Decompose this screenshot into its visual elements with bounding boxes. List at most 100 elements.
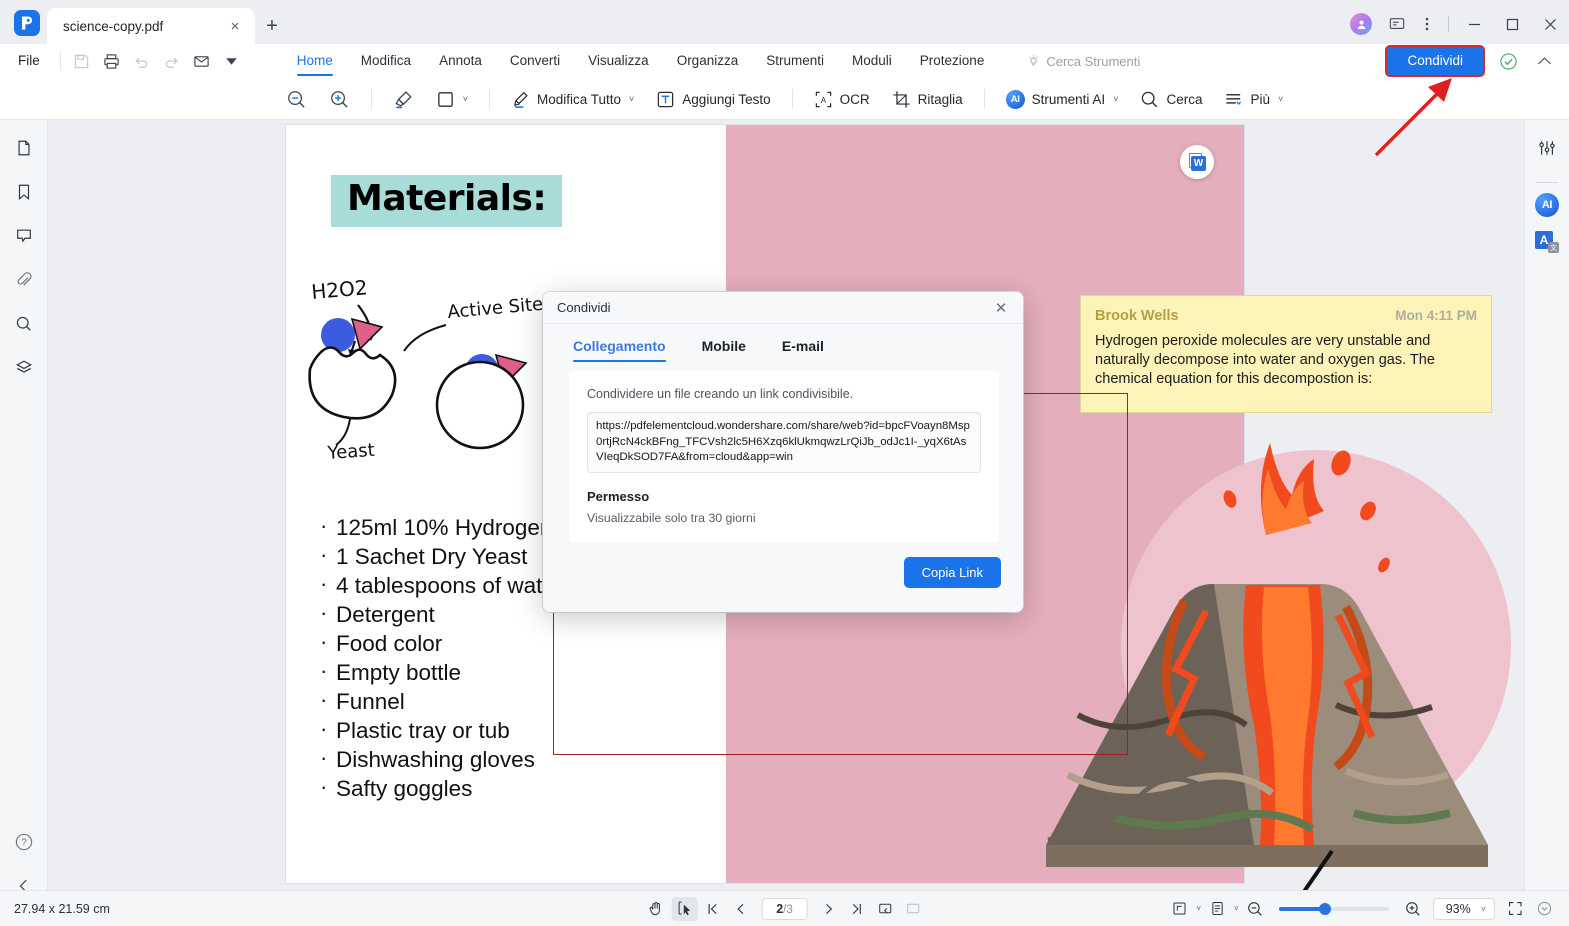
sticky-note-annotation[interactable]: Brook Wells Mon 4:11 PM Hydrogen peroxid…: [1080, 295, 1492, 413]
help-icon[interactable]: ?: [8, 826, 40, 858]
share-button[interactable]: Condividi: [1385, 44, 1485, 78]
chevron-down-icon[interactable]: ˅: [1234, 904, 1239, 913]
menu-item-home[interactable]: Home: [283, 44, 347, 78]
zoom-in-button[interactable]: [318, 84, 361, 115]
menu-item-strumenti[interactable]: Strumenti: [752, 44, 838, 78]
total-pages: 3: [786, 903, 793, 916]
email-icon[interactable]: [187, 48, 217, 74]
zoom-out-button[interactable]: [1242, 897, 1268, 921]
more-button[interactable]: Più ˅: [1213, 85, 1294, 114]
chevron-down-icon[interactable]: ˅: [463, 94, 468, 104]
next-page-button[interactable]: [816, 897, 842, 921]
app-logo-icon: [14, 10, 40, 36]
materials-heading: Materials:: [331, 175, 563, 227]
shape-button[interactable]: ˅: [425, 85, 479, 114]
menu-item-organizza[interactable]: Organizza: [663, 44, 753, 78]
tab-collegamento[interactable]: Collegamento: [573, 338, 666, 362]
note-header: Brook Wells Mon 4:11 PM: [1095, 308, 1477, 324]
dialog-title: Condividi: [557, 300, 611, 315]
file-menu-button[interactable]: File: [0, 44, 54, 78]
close-icon[interactable]: ×: [225, 16, 245, 36]
page-layout-icon[interactable]: [1204, 897, 1230, 921]
fullscreen-button[interactable]: [1502, 897, 1528, 921]
list-item: Empty bottle: [316, 656, 645, 687]
menu-item-converti[interactable]: Converti: [496, 44, 574, 78]
sync-status-icon[interactable]: [1495, 48, 1521, 74]
edit-all-button[interactable]: Modifica Tutto ˅: [500, 85, 645, 114]
chevron-down-icon[interactable]: ˅: [1481, 904, 1486, 914]
chevron-down-icon[interactable]: ˅: [1278, 94, 1283, 104]
ai-tools-button[interactable]: AI Strumenti AI ˅: [995, 85, 1130, 114]
translate-icon[interactable]: A 文: [1535, 231, 1559, 253]
zoom-out-button[interactable]: [275, 84, 318, 115]
maximize-button[interactable]: [1493, 9, 1531, 39]
menu-item-protezione[interactable]: Protezione: [906, 44, 999, 78]
zoom-slider[interactable]: [1278, 902, 1389, 915]
first-page-button[interactable]: [699, 897, 725, 921]
list-item: Plastic tray or tub: [316, 714, 645, 745]
add-page-button[interactable]: [900, 897, 926, 921]
more-options-icon[interactable]: [1412, 10, 1442, 38]
zoom-level-select[interactable]: 93% ˅: [1432, 897, 1495, 920]
fit-page-icon[interactable]: [1166, 897, 1192, 921]
list-item: Safty goggles: [316, 772, 645, 803]
tab-email[interactable]: E-mail: [782, 338, 824, 362]
document-tab[interactable]: science-copy.pdf ×: [47, 8, 255, 44]
zoom-slider-handle[interactable]: [1318, 902, 1331, 915]
previous-page-button[interactable]: [727, 897, 753, 921]
ocr-button[interactable]: A OCR: [803, 85, 881, 114]
convert-to-word-badge[interactable]: W: [1180, 145, 1214, 179]
quick-access-dropdown-icon[interactable]: [217, 48, 247, 74]
highlighter-button[interactable]: [382, 84, 425, 115]
more-view-options-icon[interactable]: [1531, 897, 1557, 921]
pages-icon[interactable]: [8, 132, 40, 164]
search-tools[interactable]: Cerca Strumenti: [1026, 54, 1140, 69]
comment-icon[interactable]: [8, 220, 40, 252]
redo-icon[interactable]: [157, 48, 187, 74]
close-window-button[interactable]: [1531, 9, 1569, 39]
chevron-down-icon[interactable]: ˅: [629, 94, 634, 104]
share-link-field[interactable]: https://pdfelementcloud.wondershare.com/…: [587, 412, 981, 473]
chevron-down-icon[interactable]: ˅: [1113, 94, 1118, 104]
add-text-button[interactable]: Aggiungi Testo: [645, 85, 781, 114]
select-tool-icon[interactable]: [671, 896, 698, 921]
edit-all-label: Modifica Tutto: [536, 91, 622, 107]
search-button[interactable]: Cerca: [1129, 85, 1213, 114]
menu-item-visualizza[interactable]: Visualizza: [574, 44, 663, 78]
layers-icon[interactable]: [8, 352, 40, 384]
bookmark-icon[interactable]: [8, 176, 40, 208]
main-toolbar: ˅ Modifica Tutto ˅ Aggiungi Testo A OCR …: [0, 78, 1569, 120]
zoom-slider-fill: [1278, 906, 1325, 911]
search-icon[interactable]: [8, 308, 40, 340]
permission-label: Permesso: [587, 488, 650, 504]
permission-value[interactable]: Visualizzabile solo tra 30 giorni: [587, 511, 981, 525]
new-tab-button[interactable]: +: [255, 8, 289, 44]
zoom-in-button[interactable]: [1400, 897, 1426, 921]
copy-link-button[interactable]: Copia Link: [903, 556, 1001, 588]
crop-button[interactable]: Ritaglia: [881, 85, 974, 114]
chevron-down-icon[interactable]: ˅: [1196, 904, 1201, 913]
attachment-icon[interactable]: [8, 264, 40, 296]
page-number-input[interactable]: 2/3: [761, 897, 808, 920]
divider: [791, 89, 793, 109]
collapse-ribbon-icon[interactable]: [1531, 48, 1557, 74]
properties-sliders-icon[interactable]: [1531, 132, 1563, 164]
print-icon[interactable]: [97, 48, 127, 74]
rotate-page-button[interactable]: [872, 897, 898, 921]
last-page-button[interactable]: [844, 897, 870, 921]
tab-mobile[interactable]: Mobile: [702, 338, 746, 362]
more-menu-icon: [1226, 93, 1242, 105]
undo-icon[interactable]: [127, 48, 157, 74]
feedback-icon[interactable]: [1382, 10, 1412, 38]
save-icon[interactable]: [67, 48, 97, 74]
list-item: Food color: [316, 627, 645, 658]
menu-item-annota[interactable]: Annota: [425, 44, 496, 78]
minimize-button[interactable]: [1455, 9, 1493, 39]
avatar[interactable]: [1350, 13, 1372, 35]
close-icon[interactable]: ✕: [989, 296, 1013, 320]
menu-item-modifica[interactable]: Modifica: [347, 44, 425, 78]
ai-assistant-icon[interactable]: AI: [1535, 193, 1559, 217]
share-dialog[interactable]: Condividi ✕ Collegamento Mobile E-mail C…: [543, 292, 1023, 612]
hand-tool-icon[interactable]: [643, 897, 669, 921]
menu-item-moduli[interactable]: Moduli: [838, 44, 906, 78]
